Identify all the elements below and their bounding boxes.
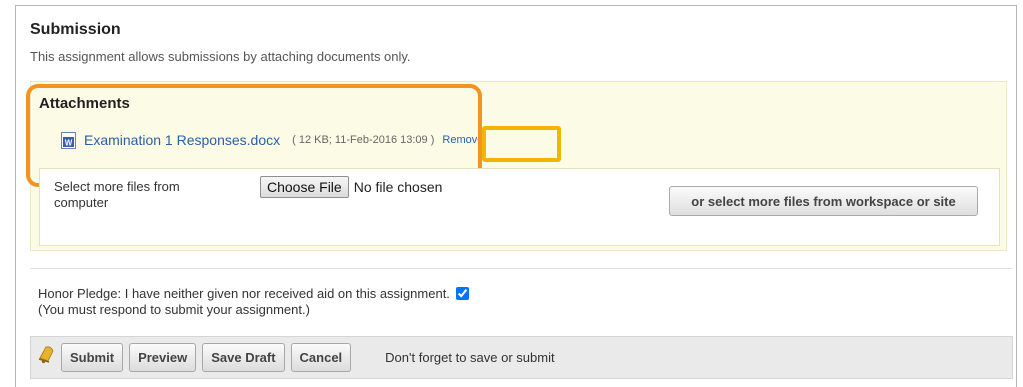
attachment-meta: ( 12 KB; 11-Feb-2016 13:09 ) — [292, 134, 435, 146]
save-reminder-text: Don't forget to save or submit — [385, 350, 555, 365]
choose-file-button[interactable]: Choose File — [260, 176, 349, 198]
honor-pledge-checkbox[interactable] — [455, 287, 469, 300]
svg-text:W: W — [65, 138, 73, 147]
honor-pledge-note: (You must respond to submit your assignm… — [38, 302, 310, 317]
select-from-workspace-button[interactable]: or select more files from workspace or s… — [669, 186, 978, 216]
preview-button[interactable]: Preview — [129, 343, 197, 372]
submission-frame: Submission This assignment allows submis… — [15, 5, 1017, 387]
remove-highlight — [482, 126, 561, 162]
section-subtitle: This assignment allows submissions by at… — [30, 49, 411, 64]
cancel-button[interactable]: Cancel — [290, 343, 352, 372]
attachments-panel: Attachments W Examination 1 Responses.do… — [26, 81, 1007, 251]
bell-icon — [38, 345, 54, 363]
honor-pledge-line: Honor Pledge: I have neither given nor r… — [38, 286, 469, 301]
action-bar: Submit Preview Save Draft Cancel Don't f… — [30, 336, 1013, 379]
submit-button[interactable]: Submit — [61, 343, 124, 372]
word-document-icon: W — [61, 131, 76, 149]
attachment-row: W Examination 1 Responses.docx ( 12 KB; … — [61, 130, 483, 150]
remove-attachment-link[interactable]: Remove — [442, 134, 483, 146]
attachments-heading: Attachments — [39, 95, 130, 112]
save-draft-button[interactable]: Save Draft — [202, 343, 285, 372]
section-title: Submission — [30, 21, 121, 38]
honor-pledge-text: Honor Pledge: I have neither given nor r… — [38, 286, 450, 301]
select-files-label: Select more files from computer — [54, 179, 180, 210]
honor-pledge-section: Honor Pledge: I have neither given nor r… — [30, 268, 1013, 328]
file-select-box: Select more files from computer Choose F… — [39, 168, 1000, 246]
file-input: Choose File No file chosen — [260, 176, 442, 198]
no-file-text: No file chosen — [353, 179, 443, 195]
attachment-file-link[interactable]: Examination 1 Responses.docx — [84, 132, 280, 148]
